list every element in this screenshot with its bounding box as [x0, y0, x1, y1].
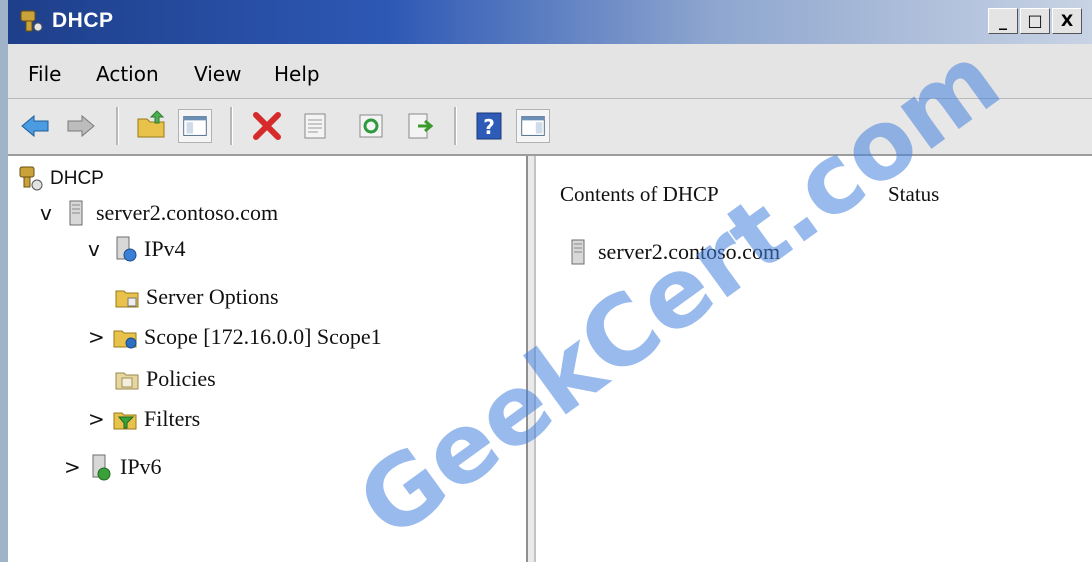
console-tree: DHCP v server2.contoso.com v IPv4 Server [8, 156, 526, 562]
column-header-contents[interactable]: Contents of DHCP [560, 182, 719, 207]
server-icon [69, 200, 83, 226]
server-options-icon [115, 290, 139, 308]
svg-text:?: ? [483, 115, 495, 139]
back-icon[interactable] [18, 109, 52, 143]
close-button[interactable]: X [1052, 8, 1082, 34]
tree-node-policies[interactable]: Policies [114, 362, 216, 396]
expand-toggle[interactable]: > [88, 407, 112, 431]
console-tree-icon [183, 116, 207, 136]
toolbar: ? [8, 99, 1092, 156]
server-icon [571, 239, 585, 265]
up-folder-icon[interactable] [134, 109, 168, 143]
expand-toggle[interactable]: v [40, 201, 64, 225]
properties-icon[interactable] [298, 109, 332, 143]
pane-splitter[interactable] [526, 156, 536, 562]
filters-folder-icon [113, 412, 137, 430]
dhcp-icon [19, 166, 43, 191]
list-item[interactable]: server2.contoso.com [566, 238, 780, 266]
tree-label-server: server2.contoso.com [96, 200, 279, 225]
tree-label-filters: Filters [144, 406, 201, 431]
ipv6-icon [92, 454, 111, 481]
tree-node-ipv6[interactable]: > IPv6 [64, 450, 162, 484]
action-pane-icon [521, 116, 545, 136]
tree-node-server[interactable]: v server2.contoso.com [40, 196, 278, 230]
title-bar[interactable]: DHCP _ □ X [8, 0, 1092, 44]
toolbar-separator [230, 107, 233, 145]
policies-folder-icon [115, 372, 139, 390]
dhcp-app-icon [20, 10, 43, 32]
refresh-icon[interactable] [354, 109, 388, 143]
menu-bar: File Action View Help [8, 44, 1092, 99]
toolbar-separator [454, 107, 457, 145]
tree-label-policies: Policies [146, 366, 216, 391]
tree-node-server-options[interactable]: Server Options [114, 280, 279, 314]
tree-label-ipv6: IPv6 [120, 454, 162, 479]
menu-file[interactable]: File [28, 62, 61, 86]
tree-label-ipv4: IPv4 [144, 236, 186, 261]
expand-toggle[interactable]: > [64, 455, 88, 479]
menu-action[interactable]: Action [96, 62, 159, 86]
expand-toggle[interactable]: > [88, 325, 112, 349]
tree-node-ipv4[interactable]: v IPv4 [88, 232, 186, 266]
column-header-status[interactable]: Status [888, 182, 939, 207]
dhcp-window: DHCP _ □ X File Action View Help ? DHCP … [0, 0, 1092, 562]
tree-node-filters[interactable]: > Filters [88, 402, 200, 436]
tree-label-server-options: Server Options [146, 284, 279, 309]
toolbar-separator [116, 107, 119, 145]
scope-folder-icon [113, 330, 137, 349]
window-controls: _ □ X [986, 8, 1082, 34]
show-hide-action-pane-button[interactable] [516, 109, 550, 143]
details-pane: Contents of DHCP Status server2.contoso.… [536, 156, 1092, 562]
tree-node-dhcp[interactable]: DHCP [18, 162, 104, 196]
help-icon[interactable]: ? [472, 109, 506, 143]
tree-label-dhcp: DHCP [50, 168, 104, 189]
menu-help[interactable]: Help [274, 62, 320, 86]
show-hide-console-tree-button[interactable] [178, 109, 212, 143]
forward-icon[interactable] [64, 109, 98, 143]
expand-toggle[interactable]: v [88, 237, 112, 261]
list-item-name: server2.contoso.com [598, 239, 781, 264]
minimize-button[interactable]: _ [988, 8, 1018, 34]
window-title: DHCP [52, 9, 114, 32]
delete-icon[interactable] [250, 109, 284, 143]
export-list-icon[interactable] [404, 109, 438, 143]
menu-view[interactable]: View [194, 62, 241, 86]
tree-label-scope: Scope [172.16.0.0] Scope1 [144, 324, 382, 349]
ipv4-icon [116, 236, 137, 262]
maximize-button[interactable]: □ [1020, 8, 1050, 34]
tree-node-scope[interactable]: > Scope [172.16.0.0] Scope1 [88, 320, 382, 354]
